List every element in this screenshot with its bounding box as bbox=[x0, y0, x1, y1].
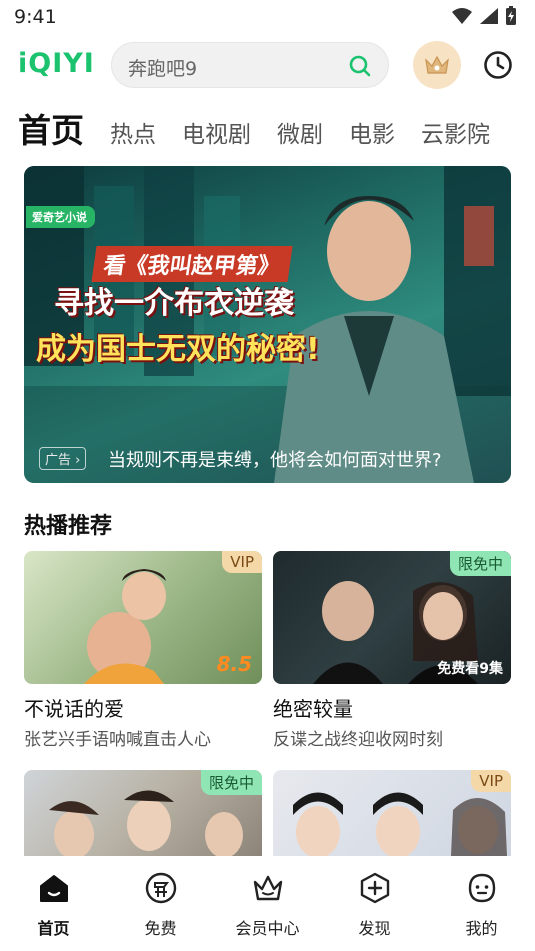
video-card[interactable]: VIP 8.5 不说话的爱 张艺兴手语呐喊直击人心 bbox=[24, 551, 262, 750]
bottom-nav: 首页 免费 会员中心 发现 我的 bbox=[0, 857, 535, 951]
novel-badge: 爱奇艺小说 bbox=[26, 206, 95, 228]
tab-micro-drama[interactable]: 微剧 bbox=[277, 115, 323, 149]
free-episodes-label: 免费看9集 bbox=[437, 661, 503, 677]
nav-label: 发现 bbox=[358, 919, 391, 938]
wifi-icon bbox=[452, 8, 472, 24]
tab-movie[interactable]: 电影 bbox=[349, 115, 395, 149]
home-icon bbox=[39, 875, 68, 902]
tab-tv-series[interactable]: 电视剧 bbox=[182, 115, 251, 149]
rating-score: 8.5 bbox=[216, 652, 252, 676]
video-card[interactable]: 限免中 免费看9集 绝密较量 反谍之战终迎收网时刻 bbox=[273, 551, 511, 750]
status-time: 9:41 bbox=[14, 6, 57, 28]
header: iQIYI 奔跑吧9 bbox=[0, 40, 535, 92]
search-bar[interactable]: 奔跑吧9 bbox=[111, 42, 389, 88]
video-thumbnail[interactable]: VIP 8.5 bbox=[24, 551, 262, 684]
nav-free[interactable]: 免费 bbox=[107, 857, 214, 951]
vip-tag: VIP bbox=[222, 551, 262, 573]
nav-vip-center[interactable]: 会员中心 bbox=[214, 857, 321, 951]
banner-caption: 当规则不再是束缚，他将会如何面对世界? bbox=[108, 450, 442, 471]
status-icons bbox=[451, 6, 517, 26]
nav-profile[interactable]: 我的 bbox=[428, 857, 535, 951]
video-card[interactable]: 限免中 bbox=[24, 770, 262, 856]
video-subtitle: 反谍之战终迎收网时刻 bbox=[273, 730, 443, 750]
nav-label: 首页 bbox=[37, 919, 70, 938]
nav-label: 我的 bbox=[465, 919, 498, 938]
video-thumbnail[interactable]: VIP bbox=[273, 770, 511, 856]
free-tag: 限免中 bbox=[200, 770, 262, 795]
banner-headline-2: 寻找一介布衣逆袭 bbox=[54, 286, 294, 321]
history-icon[interactable] bbox=[483, 50, 513, 80]
nav-label: 免费 bbox=[144, 919, 177, 938]
tab-home[interactable]: 首页 bbox=[18, 104, 84, 152]
battery-icon bbox=[506, 6, 516, 25]
video-thumbnail[interactable]: 限免中 bbox=[24, 770, 262, 856]
free-tag: 限免中 bbox=[449, 551, 511, 576]
banner-headline-1: 看《我叫赵甲第》 bbox=[91, 246, 293, 282]
ad-label[interactable]: 广告 › bbox=[39, 447, 87, 470]
banner-headline-3: 成为国士无双的秘密! bbox=[36, 332, 320, 367]
discover-icon bbox=[360, 872, 389, 904]
crown-icon bbox=[253, 875, 282, 901]
tab-hot[interactable]: 热点 bbox=[110, 115, 156, 149]
crown-icon bbox=[425, 55, 449, 74]
video-card[interactable]: VIP bbox=[273, 770, 511, 856]
iqiyi-logo[interactable]: iQIYI bbox=[18, 48, 95, 79]
free-icon bbox=[145, 872, 176, 904]
search-icon[interactable] bbox=[348, 54, 372, 78]
hero-banner[interactable]: 爱奇艺小说 看《我叫赵甲第》 寻找一介布衣逆袭 成为国士无双的秘密! 广告 › … bbox=[24, 166, 511, 483]
video-title[interactable]: 不说话的爱 bbox=[24, 693, 124, 722]
video-thumbnail[interactable]: 限免中 免费看9集 bbox=[273, 551, 511, 684]
video-subtitle: 张艺兴手语呐喊直击人心 bbox=[24, 730, 211, 750]
nav-discover[interactable]: 发现 bbox=[321, 857, 428, 951]
profile-icon bbox=[468, 873, 495, 903]
tab-cloud-cinema[interactable]: 云影院 bbox=[421, 115, 490, 149]
vip-crown-button[interactable] bbox=[413, 41, 461, 89]
nav-home[interactable]: 首页 bbox=[0, 857, 107, 951]
vip-tag: VIP bbox=[471, 770, 511, 792]
nav-label: 会员中心 bbox=[235, 919, 300, 938]
channel-tabs: 首页 热点 电视剧 微剧 电影 云影院 bbox=[18, 104, 528, 154]
video-title[interactable]: 绝密较量 bbox=[273, 693, 353, 722]
signal-icon bbox=[480, 8, 498, 24]
status-bar: 9:41 bbox=[0, 0, 535, 36]
search-input[interactable]: 奔跑吧9 bbox=[128, 54, 197, 81]
section-title[interactable]: 热播推荐 bbox=[24, 508, 112, 540]
